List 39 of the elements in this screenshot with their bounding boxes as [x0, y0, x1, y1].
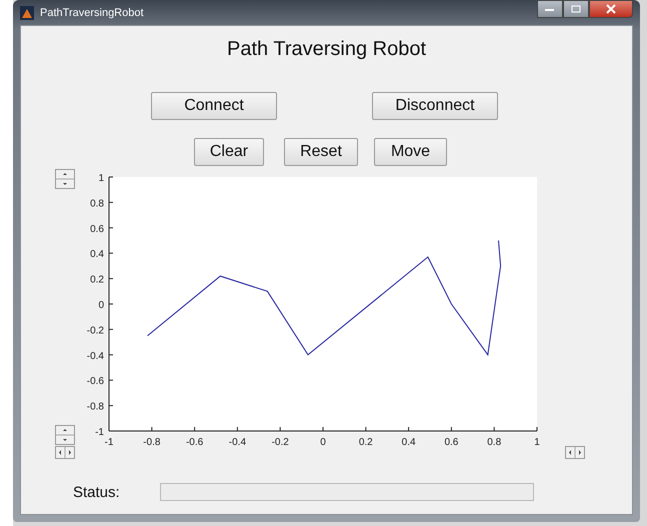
minimize-button[interactable] [537, 0, 563, 18]
x-tick-label: 1 [534, 437, 540, 448]
y-tick-label: 0 [98, 300, 104, 311]
x-tick-label: 0.6 [444, 437, 458, 448]
maximize-button[interactable] [563, 0, 589, 18]
x-tick-label: -1 [104, 437, 114, 448]
y-tick-label: 0.2 [90, 274, 104, 286]
x-tick-label: 0 [320, 437, 326, 448]
push-button[interactable]: Clear [194, 138, 264, 166]
left-right-spinner-icon[interactable] [55, 446, 75, 459]
push-button[interactable]: Move [374, 138, 447, 166]
close-button[interactable] [589, 0, 633, 18]
y-tick-label: 0.4 [90, 249, 104, 260]
y-tick-label: 1 [98, 173, 104, 184]
maximize-icon [571, 5, 581, 13]
x-tick-label: 0.2 [358, 437, 373, 448]
y-tick-label: 0.6 [90, 224, 104, 235]
x-tick-label: 0.4 [402, 437, 416, 448]
x-tick-label: -0.4 [228, 437, 246, 448]
y-tick-label: 0.8 [90, 198, 104, 210]
y-tick-label: -0.4 [86, 350, 104, 362]
close-icon [606, 4, 616, 14]
x-tick-label: -0.8 [143, 437, 160, 448]
y-tick-label: -0.2 [86, 325, 104, 336]
push-button[interactable]: Reset [284, 138, 358, 166]
push-button[interactable]: Disconnect [372, 92, 498, 120]
y-tick-label: -0.6 [86, 376, 104, 388]
y-tick-label: -1 [95, 427, 104, 438]
y-tick-label: -0.8 [86, 402, 104, 413]
x-tick-label: 0.8 [487, 437, 502, 448]
app-icon [20, 6, 34, 20]
push-button[interactable]: Connect [151, 92, 277, 120]
x-tick-label: -0.2 [272, 437, 289, 448]
x-tick-label: -0.6 [186, 437, 204, 448]
minimize-icon [545, 6, 555, 12]
window-title: PathTraversingRobot [40, 6, 144, 18]
left-right-spinner-icon[interactable] [565, 446, 585, 459]
status-label: Status: [73, 484, 121, 500]
app-heading: Path Traversing Robot [226, 38, 427, 62]
